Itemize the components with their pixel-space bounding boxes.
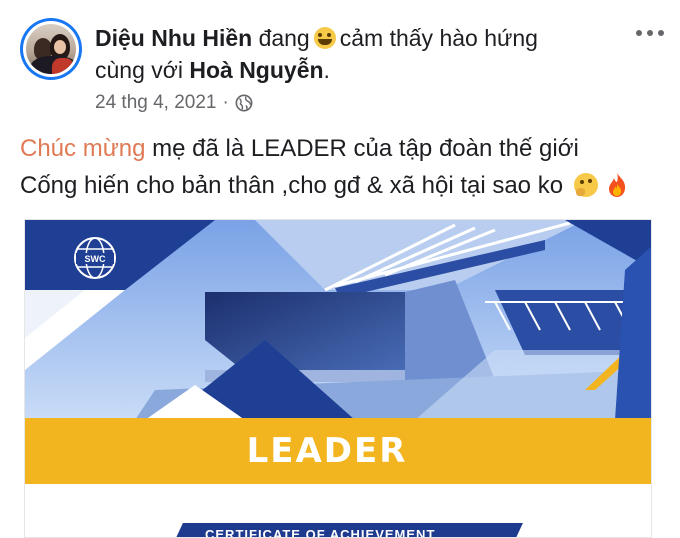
congrats-highlight: Chúc mừng <box>20 135 146 162</box>
post-date[interactable]: 24 thg 4, 2021 <box>95 92 217 114</box>
author-name[interactable]: Diệu Nhu Hiền <box>95 25 252 51</box>
swc-logo-text: SWC <box>85 254 106 264</box>
globe-icon[interactable] <box>235 94 253 112</box>
certificate-banner-graphic <box>25 220 651 420</box>
certificate-image[interactable]: SWC LEADER CERTIFICATE OF ACHIEVEMENT <box>24 219 652 538</box>
post-text-line-1: Chúc mừng mẹ đã là LEADER của tập đoàn t… <box>20 133 579 165</box>
avatar[interactable] <box>20 18 82 80</box>
post-text-line-1-rest: mẹ đã là LEADER của tập đoàn thế giới <box>152 135 579 162</box>
tagged-user[interactable]: Hoà Nguyễn <box>189 57 323 83</box>
post-text-line-2-text: Cống hiến cho bản thân ,cho gđ & xã hội … <box>20 172 564 199</box>
swc-logo-icon: SWC <box>74 237 116 279</box>
activity-prefix: đang <box>258 25 310 51</box>
fire-icon <box>609 173 626 197</box>
leader-title: LEADER <box>246 431 408 471</box>
leader-band: LEADER <box>25 418 651 484</box>
thinking-face-icon <box>573 173 598 197</box>
avatar-photo <box>26 24 76 74</box>
post-meta: 24 thg 4, 2021 · <box>95 92 253 114</box>
post-header: Diệu Nhu Hiền đang cảm thấy hào hứng cùng… <box>95 22 565 86</box>
activity-text: cảm thấy hào hứng <box>339 25 538 51</box>
certificate-subtitle: CERTIFICATE OF ACHIEVEMENT <box>205 527 436 538</box>
more-options-icon[interactable] <box>636 30 664 36</box>
grinning-emoji-icon <box>313 27 336 49</box>
post-text-line-2: Cống hiến cho bản thân ,cho gđ & xã hội … <box>20 170 628 202</box>
with-prefix: cùng với <box>95 57 183 83</box>
tagged-suffix: . <box>323 57 330 83</box>
meta-separator: · <box>222 92 229 113</box>
